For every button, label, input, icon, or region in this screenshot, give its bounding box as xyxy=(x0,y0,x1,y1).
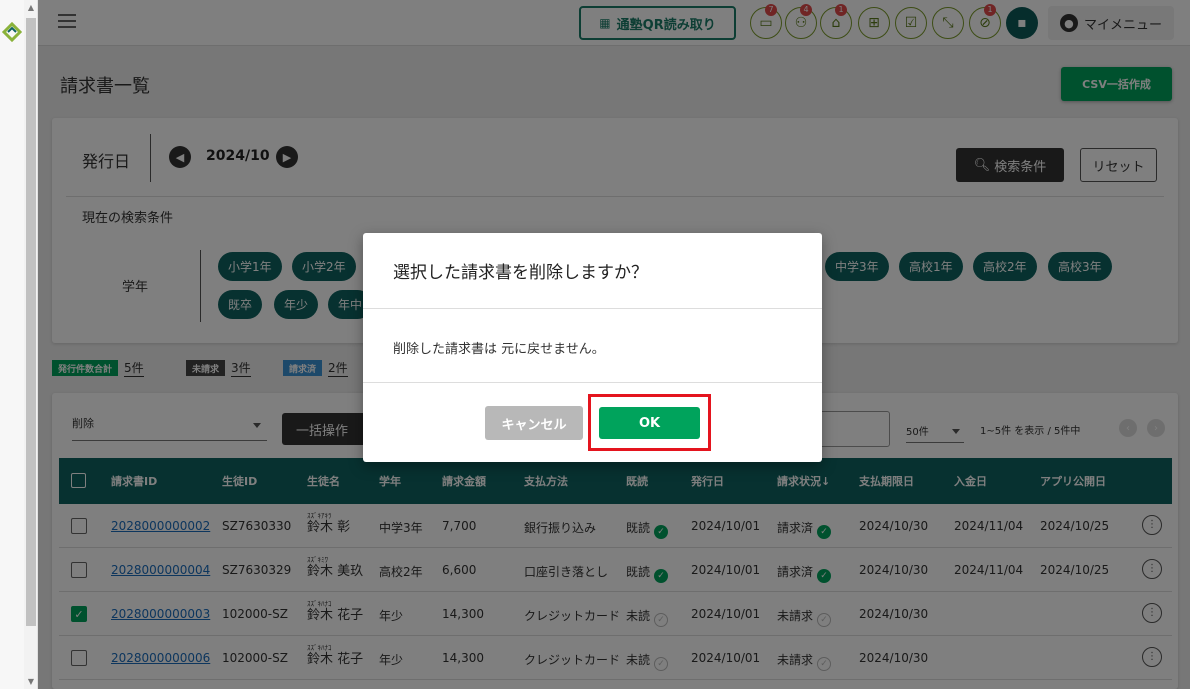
divider xyxy=(363,308,822,309)
ok-button[interactable]: OK xyxy=(599,407,700,439)
scrollbar-thumb[interactable] xyxy=(26,18,36,626)
cancel-button[interactable]: キャンセル xyxy=(485,406,583,440)
dialog-title: 選択した請求書を削除しますか？ xyxy=(393,263,648,283)
vertical-scrollbar[interactable]: ▲ ▼ xyxy=(24,0,38,689)
scroll-down-icon[interactable]: ▼ xyxy=(26,676,36,688)
app-rail xyxy=(0,0,24,689)
delete-confirm-dialog: 選択した請求書を削除しますか？ 削除した請求書は 元に戻せません。 キャンセル … xyxy=(363,233,822,462)
dialog-message: 削除した請求書は 元に戻せません。 xyxy=(393,342,605,357)
scroll-up-icon[interactable]: ▲ xyxy=(26,2,36,14)
app-logo-icon xyxy=(2,22,22,42)
divider xyxy=(363,382,822,383)
